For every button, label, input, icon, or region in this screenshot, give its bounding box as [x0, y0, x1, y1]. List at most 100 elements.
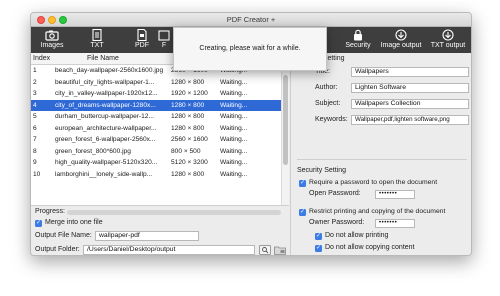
- author-field[interactable]: Lighten Software: [351, 83, 469, 93]
- file-index-cell: 9: [33, 159, 37, 166]
- partial-tool-label: F: [161, 42, 167, 49]
- txt-tool-label: TXT: [90, 42, 104, 49]
- file-size-cell: 1280 × 800: [171, 101, 205, 109]
- images-tool-button[interactable]: Images: [37, 27, 67, 53]
- no-print-label: Do not allow printing: [325, 232, 389, 239]
- file-list-scrollbar[interactable]: [281, 65, 289, 205]
- folder-icon: [158, 30, 170, 41]
- images-tool-label: Images: [40, 42, 64, 49]
- progress-bar: [67, 210, 281, 215]
- security-section-title: Security Setting: [297, 167, 347, 174]
- open-password-label: Open Password:: [309, 190, 361, 197]
- file-size-cell: 1280 × 800: [171, 113, 205, 120]
- file-row[interactable]: 6 european_architecture-wallpaper... 1280 …: [31, 123, 281, 135]
- txt-tool-button[interactable]: TXT: [82, 27, 112, 53]
- image-output-icon: [395, 29, 407, 41]
- file-index-cell: 7: [33, 136, 37, 143]
- txt-output-icon: [442, 29, 454, 41]
- lock-icon: [354, 29, 362, 41]
- window-title: PDF Creator +: [226, 15, 276, 24]
- pdf-document-icon: [137, 29, 147, 41]
- open-password-field[interactable]: •••••••: [375, 190, 415, 199]
- txt-output-tool-button[interactable]: TXT output: [427, 27, 469, 53]
- index-column-header[interactable]: Index: [33, 55, 50, 62]
- no-copy-label: Do not allow copying content: [325, 244, 415, 251]
- progress-label: Progress:: [35, 208, 65, 215]
- browse-folder-icon[interactable]: [274, 245, 286, 255]
- author-label: Author:: [315, 84, 338, 91]
- require-open-password-checkbox[interactable]: ✓: [299, 180, 306, 187]
- pdf-tool-button[interactable]: PDF: [127, 27, 157, 53]
- file-status-cell: Waiting...: [220, 101, 248, 109]
- output-name-label: Output File Name:: [35, 232, 92, 239]
- file-name-cell: durham_buttercup-wallpaper-12...: [55, 113, 154, 120]
- file-row[interactable]: 9 high_quality-wallpaper-5120x320... 5120 …: [31, 157, 281, 169]
- file-index-cell: 1: [33, 67, 37, 74]
- file-name-cell: high_quality-wallpaper-5120x320...: [55, 159, 158, 166]
- require-open-password-label: Require a password to open the document: [309, 179, 438, 186]
- file-name-column-header[interactable]: File Name: [87, 55, 119, 62]
- camera-icon: [45, 30, 59, 41]
- file-list[interactable]: 1 beach_day-wallpaper-2560x1600.jpg 2560 ×…: [31, 65, 289, 205]
- image-output-tool-label: Image output: [380, 42, 422, 49]
- file-row[interactable]: 2 beautiful_city_lights-wallpaper-1... 128…: [31, 77, 281, 89]
- file-size-cell: 5120 × 3200: [171, 159, 208, 166]
- output-panel: Progress: ✓ Merge into one file Output F…: [31, 205, 289, 255]
- scrollbar-thumb[interactable]: [283, 75, 288, 165]
- file-status-cell: Waiting...: [220, 136, 248, 143]
- output-folder-label: Output Folder:: [35, 246, 80, 253]
- merge-checkbox[interactable]: ✓: [35, 220, 42, 227]
- file-size-cell: 2560 × 1600: [171, 136, 208, 143]
- file-status-cell: Waiting...: [220, 159, 248, 166]
- file-name-cell: beautiful_city_lights-wallpaper-1...: [55, 78, 155, 86]
- file-status-cell: Waiting...: [220, 170, 248, 178]
- search-folder-icon[interactable]: [259, 245, 271, 255]
- file-name-cell: lamborghini__lonely_side-wallp...: [55, 170, 153, 178]
- owner-password-field[interactable]: •••••••: [375, 219, 415, 228]
- file-size-cell: 1920 × 1200: [171, 90, 208, 97]
- dialog-message: Creating, please wait for a while.: [199, 45, 301, 52]
- app-window: PDF Creator + Images TXT PDF F Security …: [30, 12, 472, 256]
- file-index-cell: 4: [33, 101, 37, 109]
- security-tool-label: Security: [345, 42, 371, 49]
- no-print-checkbox[interactable]: ✓: [315, 233, 322, 240]
- restrict-checkbox[interactable]: ✓: [299, 209, 306, 216]
- file-name-cell: european_architecture-wallpaper...: [55, 124, 157, 132]
- subject-field[interactable]: Wallpapers Collection: [351, 99, 469, 109]
- document-icon: [92, 29, 102, 41]
- file-row[interactable]: 5 durham_buttercup-wallpaper-12... 1280 × …: [31, 111, 281, 123]
- file-status-cell: Waiting...: [220, 147, 248, 155]
- no-copy-checkbox[interactable]: ✓: [315, 245, 322, 252]
- file-index-cell: 5: [33, 113, 37, 120]
- file-row[interactable]: 10 lamborghini__lonely_side-wallp... 1280 …: [31, 169, 281, 181]
- restrict-label: Restrict printing and copying of the doc…: [309, 208, 446, 215]
- keywords-label: Keywords:: [315, 116, 348, 123]
- file-row[interactable]: 4 city_of_dreams-wallpaper-1280x... 1280 ×…: [31, 99, 281, 111]
- partial-tool-button[interactable]: F: [155, 27, 173, 53]
- file-name-cell: green_forest_800*600.jpg: [55, 147, 131, 155]
- file-index-cell: 10: [33, 170, 41, 178]
- section-divider: [297, 159, 467, 160]
- file-row[interactable]: 8 green_forest_800*600.jpg 800 × 500 Waitin…: [31, 146, 281, 158]
- owner-password-label: Owner Password:: [309, 219, 365, 226]
- progress-dialog: Creating, please wait for a while.: [173, 27, 327, 71]
- subject-label: Subject:: [315, 100, 341, 107]
- keywords-field[interactable]: Wallpaper,pdf,lighten software,png: [351, 115, 469, 125]
- output-folder-field[interactable]: /Users/Daniel/Desktop/output: [83, 245, 255, 255]
- file-index-cell: 3: [33, 90, 37, 97]
- file-row[interactable]: 3 city_in_valley-wallpaper-1920x12... 1920…: [31, 88, 281, 100]
- file-name-cell: green_forest_6-wallpaper-2560x...: [55, 136, 156, 143]
- title-field[interactable]: Wallpapers: [351, 67, 469, 77]
- file-status-cell: Waiting...: [220, 113, 248, 120]
- file-size-cell: 1280 × 800: [171, 170, 205, 178]
- file-size-cell: 800 × 500: [171, 147, 201, 155]
- output-name-field[interactable]: wallpaper-pdf: [95, 231, 199, 241]
- file-row[interactable]: 7 green_forest_6-wallpaper-2560x... 2560 ×…: [31, 134, 281, 146]
- image-output-tool-button[interactable]: Image output: [377, 27, 425, 53]
- security-tool-button[interactable]: Security: [341, 27, 375, 53]
- merge-label: Merge into one file: [45, 219, 103, 226]
- file-name-cell: beach_day-wallpaper-2560x1600.jpg: [55, 67, 164, 74]
- txt-output-tool-label: TXT output: [430, 42, 466, 49]
- file-index-cell: 2: [33, 78, 37, 86]
- file-status-cell: Waiting...: [220, 124, 248, 132]
